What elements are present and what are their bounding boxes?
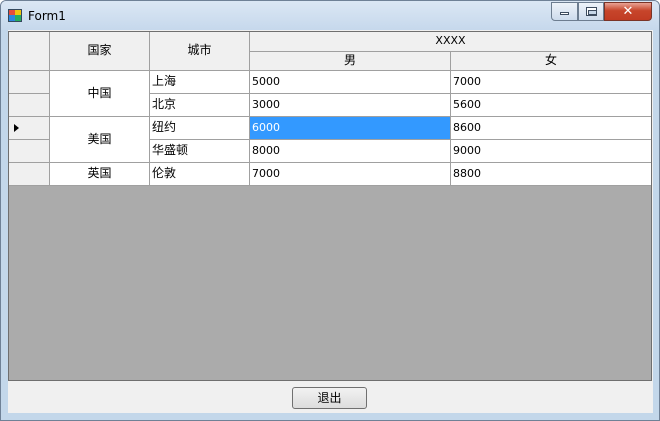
column-header-female[interactable]: 女: [451, 52, 651, 71]
city-cell[interactable]: 纽约: [150, 117, 250, 140]
male-cell[interactable]: 7000: [250, 163, 451, 186]
country-cell[interactable]: 美国: [50, 117, 150, 163]
app-icon: [8, 9, 22, 22]
female-cell[interactable]: 8600: [451, 117, 651, 140]
maximize-icon: [586, 7, 597, 16]
city-cell[interactable]: 上海: [150, 71, 250, 94]
column-header-city[interactable]: 城市: [150, 32, 250, 71]
column-header-male-label: 男: [343, 53, 356, 67]
column-header-country-label: 国家: [87, 43, 112, 57]
female-cell[interactable]: 7000: [451, 71, 651, 94]
column-header-female-label: 女: [544, 53, 557, 67]
column-header-city-label: 城市: [187, 43, 212, 57]
female-cell[interactable]: 5600: [451, 94, 651, 117]
column-group-header[interactable]: XXXX: [250, 32, 651, 52]
city-cell[interactable]: 北京: [150, 94, 250, 117]
male-cell[interactable]: 3000: [250, 94, 451, 117]
country-cell-label: 中国: [87, 86, 112, 100]
row-header-current[interactable]: [9, 117, 50, 140]
minimize-icon: [560, 12, 569, 15]
exit-button[interactable]: 退出: [292, 387, 367, 409]
country-cell-label: 美国: [87, 132, 112, 146]
row-header[interactable]: [9, 94, 50, 117]
country-cell[interactable]: 中国: [50, 71, 150, 117]
male-cell[interactable]: 5000: [250, 71, 451, 94]
country-cell[interactable]: 英国: [50, 163, 150, 186]
city-cell[interactable]: 华盛顿: [150, 140, 250, 163]
data-grid[interactable]: 国家 城市 XXXX 男 女 中国 美国 英国 上海 5000 7000 北京 …: [8, 31, 652, 381]
close-button[interactable]: ✕: [604, 2, 652, 21]
row-header[interactable]: [9, 163, 50, 186]
current-row-arrow-icon: [14, 124, 19, 132]
female-cell[interactable]: 9000: [451, 140, 651, 163]
column-header-male[interactable]: 男: [250, 52, 451, 71]
male-cell[interactable]: 8000: [250, 140, 451, 163]
female-cell[interactable]: 8800: [451, 163, 651, 186]
row-header[interactable]: [9, 71, 50, 94]
window-title: Form1: [28, 9, 66, 23]
form-client-area: 国家 城市 XXXX 男 女 中国 美国 英国 上海 5000 7000 北京 …: [8, 30, 653, 413]
column-header-country[interactable]: 国家: [50, 32, 150, 71]
title-bar[interactable]: Form1 ✕: [1, 1, 659, 30]
maximize-button[interactable]: [578, 2, 604, 21]
row-header[interactable]: [9, 140, 50, 163]
corner-header[interactable]: [9, 32, 50, 71]
country-cell-label: 英国: [87, 166, 112, 180]
form1-window: Form1 ✕ 国家 城市 XXXX 男 女 中国 美国 英国 上海 5000 …: [0, 0, 660, 421]
close-icon: ✕: [622, 4, 634, 19]
minimize-button[interactable]: [551, 2, 578, 21]
male-cell-selected[interactable]: 6000: [250, 117, 451, 140]
city-cell[interactable]: 伦敦: [150, 163, 250, 186]
column-group-header-label: XXXX: [435, 34, 466, 47]
